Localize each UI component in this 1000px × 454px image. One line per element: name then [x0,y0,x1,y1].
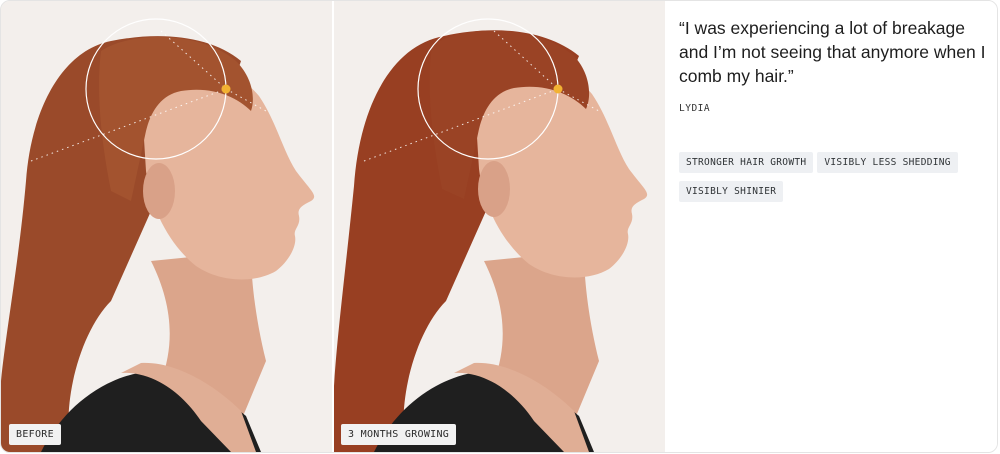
after-label: 3 MONTHS GROWING [341,424,457,445]
before-portrait-illustration [1,1,332,452]
after-portrait-illustration [334,1,665,452]
testimonial-quote: “I was experiencing a lot of breakage an… [679,18,986,86]
testimonial-card: BEFORE 3 MONTHS GROWING “I was experienc… [0,0,998,453]
tag-visibly-less-shedding: VISIBLY LESS SHEDDING [817,152,958,173]
tag-stronger-hair-growth: STRONGER HAIR GROWTH [679,152,814,173]
testimonial-author: LYDIA [679,103,711,114]
highlight-dot-icon [553,84,563,94]
after-photo: 3 MONTHS GROWING [334,1,665,452]
before-photo: BEFORE [1,1,332,452]
highlight-dot-icon [221,84,231,94]
testimonial-panel: “I was experiencing a lot of breakage an… [665,1,997,452]
benefit-tags: STRONGER HAIR GROWTH VISIBLY LESS SHEDDIN… [679,152,995,210]
before-label: BEFORE [9,424,61,445]
tag-visibly-shinier: VISIBLY SHINIER [679,181,784,202]
